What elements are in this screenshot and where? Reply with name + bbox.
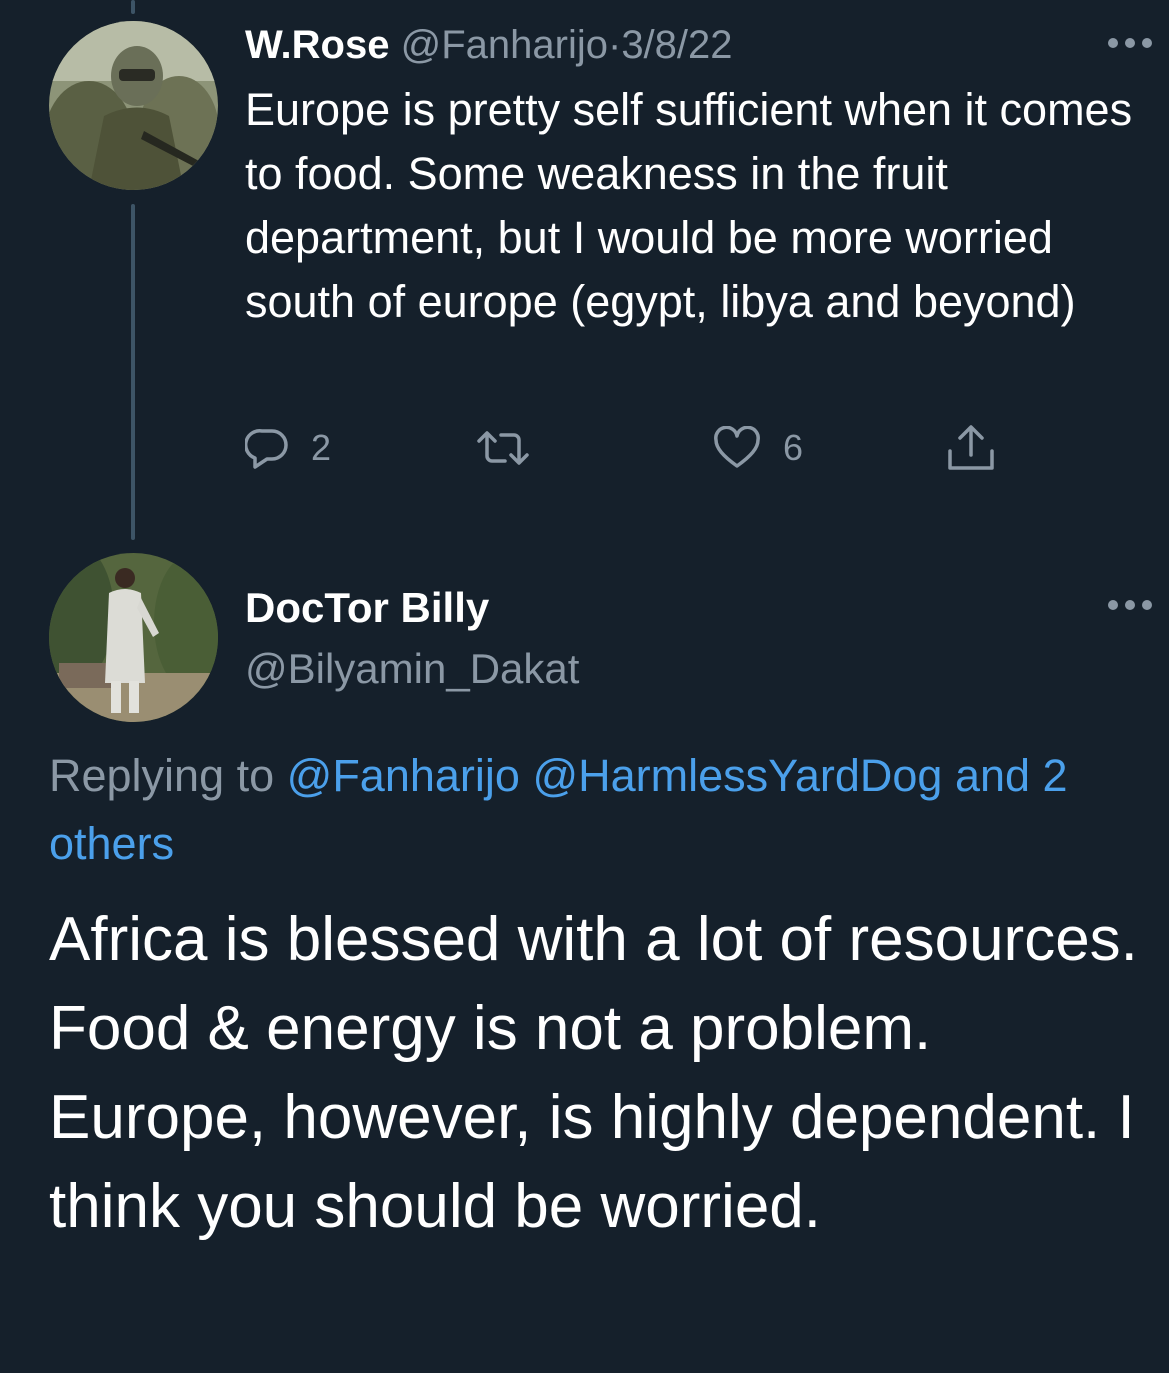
mention-link-harmlessyarddog[interactable]: @HarmlessYardDog: [532, 750, 942, 801]
tweet2-avatar[interactable]: [49, 553, 218, 722]
tweet2-text: Africa is blessed with a lot of resource…: [49, 905, 1138, 1241]
tweet2-author-handle[interactable]: @Bilyamin_Dakat: [245, 641, 579, 697]
replying-to-line: Replying to @Fanharijo @HarmlessYardDog …: [49, 742, 1149, 878]
tweet2-author-name[interactable]: DocTor Billy: [245, 580, 489, 636]
tweet1-text: Europe is pretty self sufficient when it…: [245, 84, 1133, 327]
thread-line-top: [131, 0, 135, 14]
reply-count: 2: [311, 427, 332, 468]
tweet1-author-name[interactable]: W.Rose: [245, 23, 389, 67]
tweet1-date[interactable]: 3/8/22: [621, 23, 732, 67]
thread-line: [131, 204, 135, 540]
more-options-icon[interactable]: [1107, 36, 1153, 50]
tweet1-avatar[interactable]: [49, 21, 218, 190]
reply-icon: [245, 429, 288, 469]
tweet1-action-bar: 2 6: [245, 420, 1025, 476]
tweet1-header: W.Rose @Fanharijo·3/8/22: [245, 18, 733, 72]
like-count: 6: [783, 427, 804, 468]
avatar-soldier-icon: [49, 21, 218, 190]
retweet-button[interactable]: [475, 420, 553, 476]
replying-to-label: Replying to: [49, 750, 287, 801]
share-button[interactable]: [945, 420, 997, 476]
more-options-icon[interactable]: [1107, 598, 1153, 612]
tweet1-author-handle[interactable]: @Fanharijo: [401, 23, 608, 67]
like-button[interactable]: 6: [713, 420, 803, 476]
share-icon: [948, 425, 994, 470]
retweet-icon: [477, 431, 529, 465]
reply-button[interactable]: 2: [245, 420, 331, 476]
avatar-person-icon: [49, 553, 218, 722]
mention-link-fanharijo[interactable]: @Fanharijo: [287, 750, 520, 801]
tweet1-separator: ·: [607, 23, 622, 67]
heart-icon: [714, 426, 760, 468]
